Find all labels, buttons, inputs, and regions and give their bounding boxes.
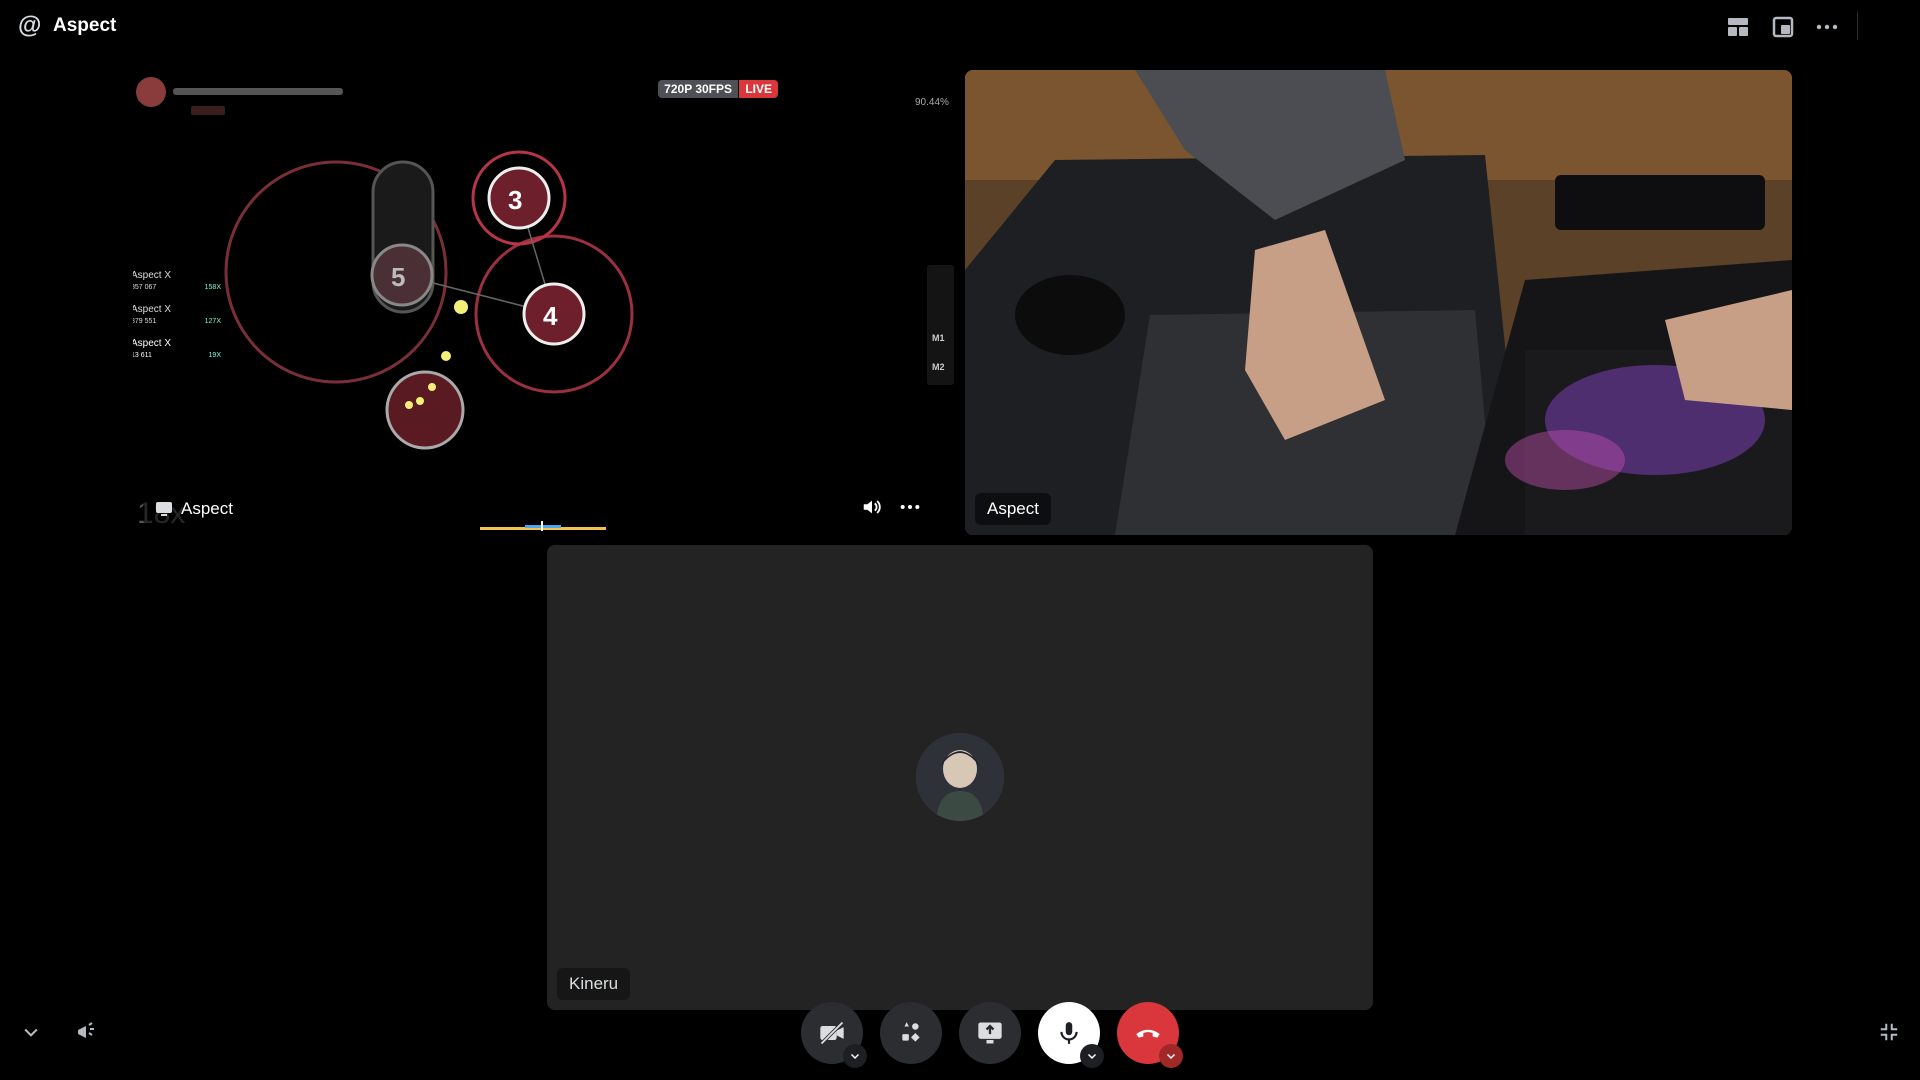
hit-circle-number: 3: [508, 185, 523, 215]
leaderboard-name: Aspect X: [133, 338, 172, 349]
chevron-down-icon: [24, 1028, 38, 1037]
more-options-button[interactable]: [1812, 12, 1842, 42]
camera-feed: [965, 70, 1792, 535]
stream-quality-badge: 720P 30FPS: [658, 80, 738, 98]
camera-name-tag: Aspect: [975, 493, 1051, 525]
popout-icon: [1772, 16, 1794, 38]
chevron-down-icon: [850, 1053, 860, 1060]
key-overlay-m2: M2: [932, 362, 945, 372]
header-divider: [1857, 12, 1858, 40]
stream-name-tag: Aspect: [143, 493, 245, 525]
user-name: Kineru: [569, 974, 619, 993]
camera-options-button[interactable]: [843, 1044, 867, 1068]
camera-owner-name: Aspect: [987, 499, 1039, 518]
popout-button[interactable]: [1768, 12, 1798, 42]
activities-icon: [902, 1022, 920, 1042]
more-icon: [900, 504, 920, 510]
more-icon: [1816, 24, 1838, 30]
user-tile[interactable]: Kineru: [547, 545, 1373, 1010]
microphone-icon: [1060, 1022, 1078, 1044]
leaderboard-row: Aspect X 857 067 158X: [133, 270, 221, 304]
chevron-down-icon: [1087, 1053, 1097, 1060]
collapse-button[interactable]: [14, 1015, 48, 1049]
screen-share-button[interactable]: [959, 1002, 1021, 1064]
leaderboard-row: Aspect X 879 551 127X: [133, 304, 221, 338]
exit-fullscreen-button[interactable]: [1872, 1015, 1906, 1049]
hang-up-icon: [1136, 1029, 1160, 1038]
stream-volume-button[interactable]: [856, 491, 888, 523]
chevron-down-icon: [1166, 1053, 1176, 1060]
grid-layout-icon: [1728, 18, 1748, 36]
channel-title: Aspect: [53, 15, 117, 36]
leaderboard-combo: 158X: [204, 284, 221, 291]
avatar: [916, 733, 1004, 821]
hit-circle-number: 5: [391, 262, 406, 292]
grid-layout-button[interactable]: [1723, 12, 1753, 42]
leaderboard-name: Aspect X: [133, 270, 172, 281]
disconnect-options-button[interactable]: [1159, 1044, 1183, 1068]
soundboard-button[interactable]: [69, 1015, 103, 1049]
leaderboard-row: Aspect X 13 611 19X: [133, 338, 221, 372]
user-name-tag: Kineru: [557, 968, 631, 1000]
key-overlay-m1: M1: [932, 333, 945, 343]
exit-fullscreen-icon: [1880, 1023, 1898, 1041]
screen-share-icon: [978, 1022, 1002, 1044]
stream-more-button[interactable]: [894, 491, 926, 523]
activities-button[interactable]: [880, 1002, 942, 1064]
call-header: @ Aspect: [0, 0, 1920, 52]
hit-circle-number: 4: [543, 301, 558, 331]
leaderboard-name: Aspect X: [133, 304, 172, 315]
stream-tile[interactable]: 3 5 4 Aspect X 857 067 158X Aspect X 879…: [133, 70, 958, 535]
leaderboard-combo: 127X: [204, 318, 221, 325]
avatar-image: [916, 733, 1004, 821]
stream-owner-name: Aspect: [181, 499, 233, 518]
at-icon: @: [18, 12, 42, 39]
disconnect-button[interactable]: [1117, 1002, 1183, 1068]
soundboard-icon: [78, 1022, 94, 1038]
microphone-button[interactable]: [1038, 1002, 1104, 1068]
leaderboard-score: 857 067: [133, 284, 157, 291]
volume-icon: [863, 500, 881, 514]
leaderboard-score: 879 551: [133, 318, 157, 325]
camera-tile[interactable]: Aspect: [965, 70, 1792, 535]
leaderboard-score: 13 611: [133, 352, 152, 359]
leaderboard-combo: 19X: [208, 352, 221, 359]
camera-off-icon: [820, 1021, 844, 1045]
microphone-options-button[interactable]: [1080, 1044, 1104, 1068]
leaderboard: Aspect X 857 067 158X Aspect X 879 551 1…: [133, 270, 221, 372]
screen-share-small-icon: [156, 502, 172, 516]
accuracy-readout: 90.44%: [915, 97, 949, 108]
camera-toggle-button[interactable]: [801, 1002, 867, 1068]
live-badge: LIVE: [739, 80, 778, 98]
